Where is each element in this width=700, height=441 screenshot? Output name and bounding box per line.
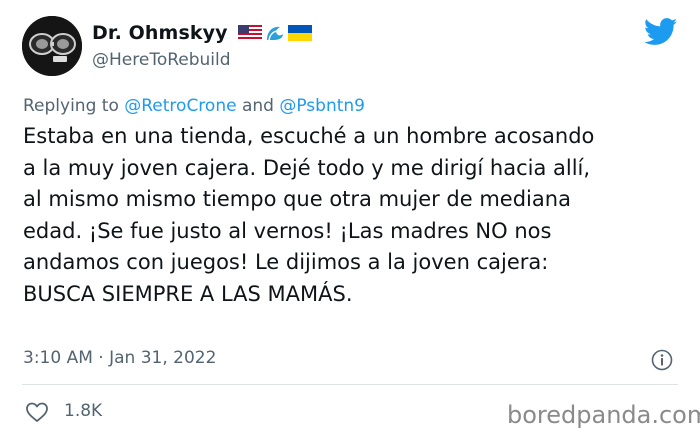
- tweet-line: BUSCA SIEMPRE A LAS MAMÁS.: [23, 281, 353, 306]
- author-handle[interactable]: @HereToRebuild: [92, 50, 231, 70]
- tweet-timestamp[interactable]: 3:10 AM · Jan 31, 2022: [23, 348, 216, 368]
- replying-connector: and: [241, 96, 274, 116]
- tweet-line: edad. ¡Se fue justo al vernos! ¡Las madr…: [23, 218, 552, 243]
- tweet-time[interactable]: 3:10 AM: [23, 348, 93, 368]
- like-count[interactable]: 1.8K: [64, 401, 102, 421]
- avatar[interactable]: [22, 16, 82, 76]
- ukraine-flag-icon: [287, 25, 312, 41]
- wave-icon: [266, 26, 283, 41]
- heart-icon[interactable]: [25, 401, 49, 423]
- divider: [22, 384, 678, 385]
- twitter-bird-icon[interactable]: [644, 18, 678, 46]
- tweet-line: al mismo mismo tiempo que otra mujer de …: [23, 187, 571, 212]
- us-flag-icon: [237, 25, 262, 41]
- avatar-goggles-icon: [22, 16, 82, 76]
- tweet-line: a la muy joven cajera. Dejé todo y me di…: [23, 155, 591, 180]
- author-display-name[interactable]: Dr. Ohmskyy: [92, 22, 228, 44]
- mention-link[interactable]: @RetroCrone: [124, 96, 236, 116]
- replying-to: Replying to @RetroCrone and @Psbntn9: [23, 96, 365, 116]
- tweet-text: Estaba en una tienda, escuché a un hombr…: [23, 121, 673, 311]
- replying-prefix: Replying to: [23, 96, 119, 116]
- tweet-date[interactable]: Jan 31, 2022: [109, 348, 216, 368]
- meta-separator: ·: [98, 348, 104, 368]
- info-icon[interactable]: [651, 349, 673, 371]
- watermark: boredpanda.com: [507, 401, 700, 429]
- author-name-row[interactable]: Dr. Ohmskyy: [92, 22, 312, 44]
- mention-link[interactable]: @Psbntn9: [279, 96, 365, 116]
- author-flags: [237, 24, 312, 42]
- tweet-line: Estaba en una tienda, escuché a un hombr…: [23, 124, 595, 148]
- tweet-line: andamos con juegos! Le dijimos a la jove…: [23, 250, 549, 275]
